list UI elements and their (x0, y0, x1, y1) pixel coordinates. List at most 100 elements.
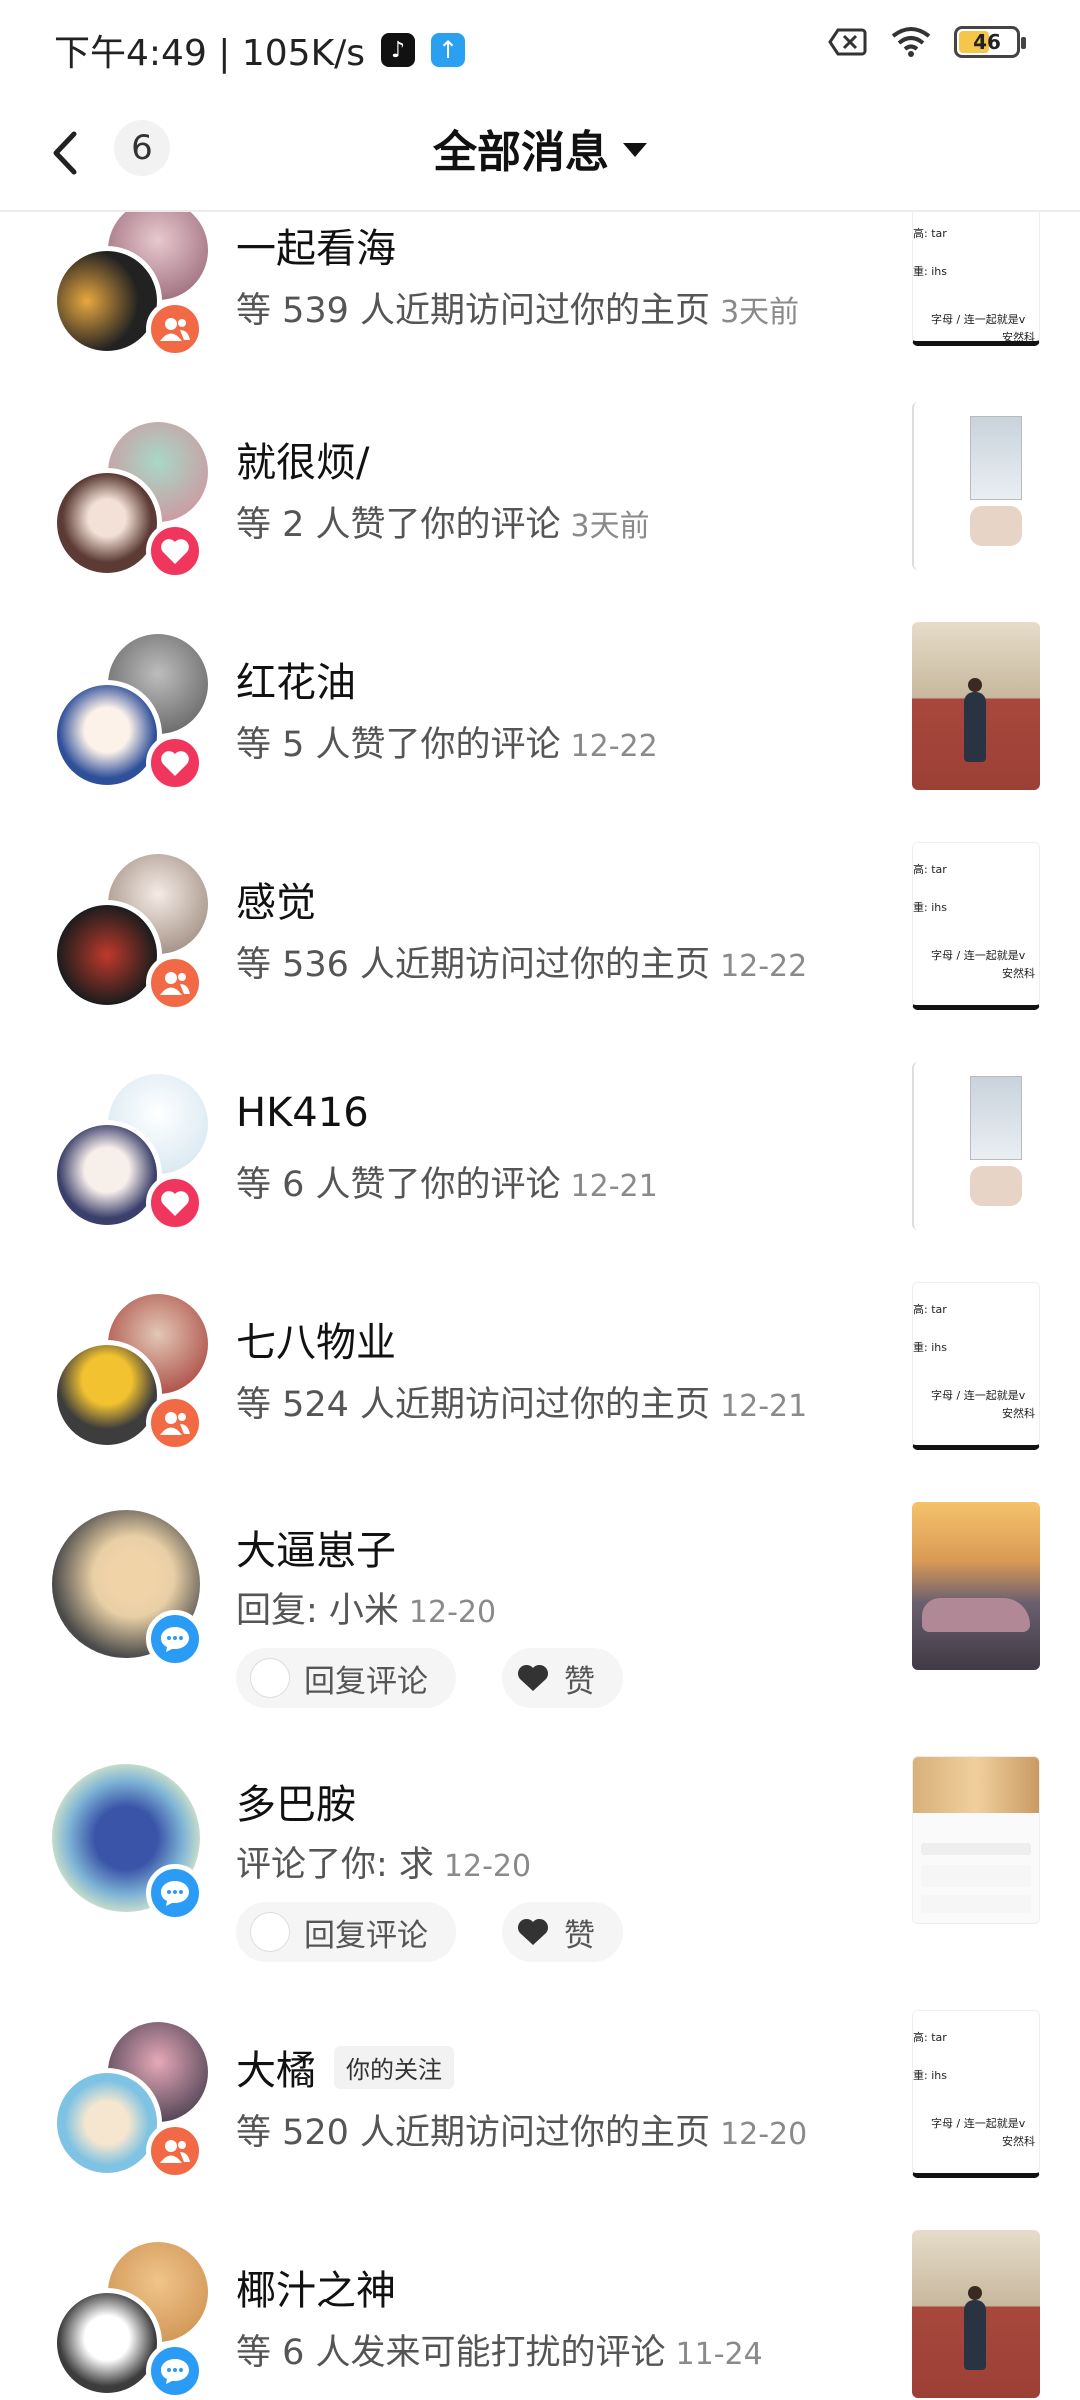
thumb-figure (964, 2300, 986, 2370)
thumb-text: 字母 / 连一起就是v (931, 2117, 1026, 2130)
thumb-text: 安然科 (1002, 967, 1035, 980)
heart-icon (146, 1174, 204, 1232)
message-desc: 等 536 人近期访问过你的主页 12-22 (236, 936, 807, 987)
thumb-text: 安然科 (1002, 1407, 1035, 1420)
list-item[interactable]: HK416 等 6 人赞了你的评论 12-21 (0, 1062, 1080, 1282)
list-item[interactable]: 七八物业 等 524 人近期访问过你的主页 12-21 高: tar 重: ihs… (0, 1282, 1080, 1502)
upload-notification-icon: ↑ (431, 33, 466, 67)
avatar[interactable] (52, 854, 208, 1012)
avatar[interactable] (52, 422, 208, 580)
wifi-icon (891, 27, 931, 57)
following-tag: 你的关注 (334, 2045, 454, 2089)
list-item[interactable]: 红花油 等 5 人赞了你的评论 12-22 (0, 622, 1080, 842)
avatar[interactable] (52, 2242, 208, 2400)
post-thumbnail[interactable] (912, 2230, 1040, 2398)
thumb-text: 高: tar (913, 2031, 947, 2044)
comment-icon (146, 2342, 204, 2400)
sender-name: 椰汁之神 (236, 2258, 396, 2316)
post-thumbnail[interactable] (912, 1062, 1040, 1230)
avatar-image (52, 2068, 162, 2178)
post-thumbnail[interactable]: 高: tar 重: ihs 字母 / 连一起就是v 安然科 (912, 842, 1040, 1010)
avatar[interactable] (52, 1510, 208, 1668)
avatar[interactable] (52, 1764, 208, 1922)
message-desc: 等 520 人近期访问过你的主页 12-20 (236, 2104, 807, 2155)
thumb-screen (970, 416, 1022, 500)
post-thumbnail[interactable]: 高: tar 重: ihs 字母 / 连一起就是v 安然科 (912, 212, 1040, 346)
avatar-image (52, 1120, 162, 1230)
sender-name-text: 大橘 (236, 2048, 316, 2094)
thumb-hand (970, 1166, 1022, 1206)
sender-name-text: 一起看海 (236, 226, 396, 272)
message-time: 3天前 (570, 509, 650, 544)
people-icon (146, 1394, 204, 1452)
message-time: 12-20 (720, 2117, 808, 2152)
post-thumbnail[interactable] (912, 402, 1040, 570)
avatar[interactable] (52, 1074, 208, 1232)
post-thumbnail[interactable]: 高: tar 重: ihs 字母 / 连一起就是v 安然科 (912, 2010, 1040, 2178)
post-thumbnail[interactable] (912, 622, 1040, 790)
reply-avatar-icon (250, 1912, 290, 1952)
list-item[interactable]: 大橘 你的关注 等 520 人近期访问过你的主页 12-20 高: tar 重: … (0, 2010, 1080, 2230)
list-item[interactable]: 感觉 等 536 人近期访问过你的主页 12-22 高: tar 重: ihs 字… (0, 842, 1080, 1062)
message-time: 12-20 (443, 1849, 532, 1884)
avatar-image (52, 468, 162, 578)
like-button[interactable]: 赞 (502, 1902, 623, 1962)
message-desc-text: 等 539 人近期访问过你的主页 (236, 291, 711, 331)
sender-name-text: HK416 (236, 1090, 369, 1136)
thumb-text: 重: ihs (913, 265, 947, 278)
tiktok-notification-icon: ♪ (381, 33, 416, 67)
heart-icon (146, 734, 204, 792)
sender-name: 感觉 (236, 870, 316, 928)
list-item[interactable]: 多巴胺 评论了你: 求 12-20 回复评论 赞 (0, 1756, 1080, 2010)
message-desc: 等 539 人近期访问过你的主页 3天前 (236, 282, 799, 333)
reply-comment-button[interactable]: 回复评论 (236, 1648, 456, 1708)
like-button[interactable]: 赞 (502, 1648, 623, 1708)
list-item[interactable]: 椰汁之神 等 6 人发来可能打扰的评论 11-24 (0, 2230, 1080, 2400)
people-icon (146, 954, 204, 1012)
message-desc: 等 6 人赞了你的评论 12-21 (236, 1156, 658, 1207)
thumb-bar (921, 1865, 1031, 1887)
comment-icon (146, 1610, 204, 1668)
post-thumbnail[interactable] (912, 1756, 1040, 1924)
status-left: 下午4:49 | 105K/s ♪ ↑ (54, 24, 466, 76)
message-filter-dropdown[interactable]: 全部消息 (0, 116, 1080, 180)
thumb-text: 高: tar (913, 863, 947, 876)
message-desc: 等 524 人近期访问过你的主页 12-21 (236, 1376, 807, 1427)
list-item[interactable]: 一起看海 等 539 人近期访问过你的主页 3天前 高: tar 重: ihs 字… (0, 212, 1080, 380)
reply-comment-button[interactable]: 回复评论 (236, 1902, 456, 1962)
list-item[interactable]: 大逼崽子 回复: 小米 12-20 回复评论 赞 (0, 1502, 1080, 1756)
avatar[interactable] (52, 1294, 208, 1452)
thumb-text: 安然科 (1002, 331, 1035, 344)
page-title: 全部消息 (433, 127, 609, 178)
thumb-text: 字母 / 连一起就是v (931, 949, 1026, 962)
thumb-figure (964, 692, 986, 762)
message-desc: 等 6 人发来可能打扰的评论 11-24 (236, 2324, 763, 2375)
message-desc: 等 5 人赞了你的评论 12-22 (236, 716, 658, 767)
avatar[interactable] (52, 212, 208, 358)
post-thumbnail[interactable] (912, 1502, 1040, 1670)
like-label: 赞 (564, 1663, 595, 1700)
message-time: 12-21 (570, 1169, 658, 1204)
heart-icon (146, 522, 204, 580)
post-thumbnail[interactable]: 高: tar 重: ihs 字母 / 连一起就是v 安然科 (912, 1282, 1040, 1450)
avatar[interactable] (52, 2022, 208, 2180)
list-item[interactable]: 就很烦/ 等 2 人赞了你的评论 3天前 (0, 402, 1080, 622)
avatar[interactable] (52, 634, 208, 792)
status-bar: 下午4:49 | 105K/s ♪ ↑ 46 (0, 0, 1080, 96)
sender-name: 多巴胺 (236, 1772, 356, 1830)
sender-name: 大橘 你的关注 (236, 2038, 454, 2096)
sender-name: 红花油 (236, 650, 356, 708)
message-desc: 评论了你: 求 12-20 (236, 1836, 531, 1887)
thumb-text: 重: ihs (913, 901, 947, 914)
like-label: 赞 (564, 1917, 595, 1954)
comment-icon (146, 1864, 204, 1922)
avatar-image (52, 680, 162, 790)
sender-name: 一起看海 (236, 216, 396, 274)
message-time: 12-21 (720, 1389, 808, 1424)
message-time: 12-22 (570, 729, 658, 764)
sender-name-text: 大逼崽子 (236, 1528, 396, 1574)
reply-label: 回复评论 (304, 1663, 428, 1700)
sender-name: HK416 (236, 1090, 369, 1136)
thumb-text: 字母 / 连一起就是v (931, 1389, 1026, 1402)
thumb-hand (970, 506, 1022, 546)
